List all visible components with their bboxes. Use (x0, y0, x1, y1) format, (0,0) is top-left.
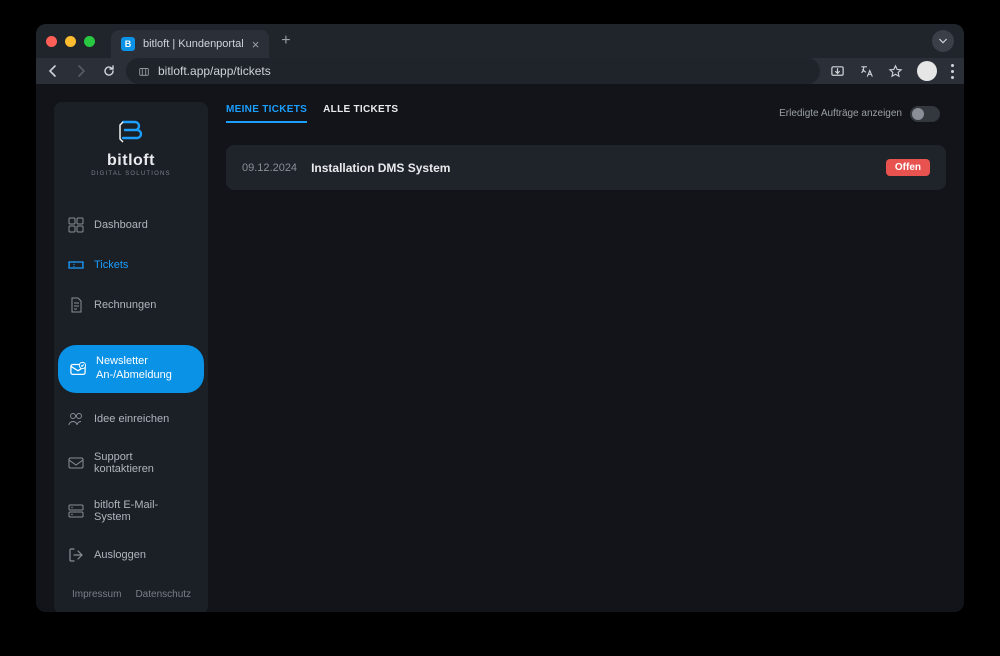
main-content: MEINE TICKETS ALLE TICKETS Erledigte Auf… (226, 102, 946, 612)
site-info-icon[interactable] (138, 65, 150, 77)
url-input[interactable]: bitloft.app/app/tickets (126, 58, 820, 84)
logo-text: bitloft (107, 152, 155, 170)
translate-icon[interactable] (859, 64, 874, 79)
tabs-row: MEINE TICKETS ALLE TICKETS Erledigte Auf… (226, 104, 946, 131)
browser-menu-icon[interactable] (951, 64, 954, 79)
server-icon (68, 503, 84, 519)
sidebar-item-idea[interactable]: Idee einreichen (54, 399, 208, 439)
new-tab-button[interactable]: + (275, 32, 296, 50)
mail-icon (68, 455, 84, 471)
reload-icon[interactable] (102, 64, 116, 78)
browser-tabbar: B bitloft | Kundenportal × + (36, 24, 964, 58)
app-content: bitloft Digital Solutions Dashboard Tick… (36, 84, 964, 612)
ticket-date: 09.12.2024 (242, 162, 297, 174)
bookmark-icon[interactable] (888, 64, 903, 79)
sidebar-item-label: Newsletter An-/Abmeldung (96, 355, 172, 383)
tab-my-tickets[interactable]: MEINE TICKETS (226, 104, 307, 123)
tab-all-tickets[interactable]: ALLE TICKETS (323, 104, 398, 123)
footer-link-impressum[interactable]: Impressum (72, 589, 121, 600)
maximize-window-icon[interactable] (84, 36, 95, 47)
sidebar-item-label: Tickets (94, 259, 128, 271)
sidebar-item-newsletter[interactable]: Newsletter An-/Abmeldung (58, 345, 204, 393)
logo: bitloft Digital Solutions (54, 116, 208, 177)
ticket-icon (68, 257, 84, 273)
sidebar-item-logout[interactable]: Ausloggen (54, 535, 208, 575)
logout-icon (68, 547, 84, 563)
ticket-title: Installation DMS System (311, 161, 450, 175)
close-window-icon[interactable] (46, 36, 57, 47)
chevron-down-icon[interactable] (932, 30, 954, 52)
completed-toggle[interactable] (910, 106, 940, 122)
users-icon (68, 411, 84, 427)
sidebar-item-support[interactable]: Support kontaktieren (54, 439, 208, 487)
ticket-status-badge: Offen (886, 159, 930, 176)
install-icon[interactable] (830, 64, 845, 79)
sidebar-item-tickets[interactable]: Tickets (54, 245, 208, 285)
browser-window: B bitloft | Kundenportal × + bitloft.app… (36, 24, 964, 612)
profile-avatar[interactable] (917, 61, 937, 81)
browser-tab[interactable]: B bitloft | Kundenportal × (111, 30, 269, 58)
window-controls (46, 36, 95, 47)
logo-subtitle: Digital Solutions (91, 171, 170, 177)
toggle-label: Erledigte Aufträge anzeigen (779, 108, 902, 119)
sidebar-item-label: Rechnungen (94, 299, 156, 311)
sidebar-item-label: Idee einreichen (94, 413, 169, 425)
sidebar-nav: Dashboard Tickets Rechnungen Newsletter … (54, 205, 208, 575)
completed-toggle-wrap: Erledigte Aufträge anzeigen (779, 106, 940, 122)
sidebar-item-label: Support kontaktieren (94, 451, 194, 475)
dashboard-icon (68, 217, 84, 233)
sidebar-item-label: Ausloggen (94, 549, 146, 561)
sidebar-footer: Impressum Datenschutz (54, 575, 208, 613)
logo-mark-icon (117, 116, 145, 146)
document-icon (68, 297, 84, 313)
sidebar-item-label: bitloft E-Mail-System (94, 499, 194, 523)
forward-icon[interactable] (74, 64, 88, 78)
favicon-icon: B (121, 37, 135, 51)
mail-check-icon (70, 361, 86, 377)
sidebar-item-invoices[interactable]: Rechnungen (54, 285, 208, 325)
sidebar: bitloft Digital Solutions Dashboard Tick… (54, 102, 208, 612)
sidebar-item-email[interactable]: bitloft E-Mail-System (54, 487, 208, 535)
minimize-window-icon[interactable] (65, 36, 76, 47)
url-text: bitloft.app/app/tickets (158, 64, 271, 78)
close-tab-icon[interactable]: × (252, 37, 260, 52)
tab-title: bitloft | Kundenportal (143, 38, 244, 50)
ticket-card[interactable]: 09.12.2024 Installation DMS System Offen (226, 145, 946, 190)
footer-link-datenschutz[interactable]: Datenschutz (135, 589, 191, 600)
sidebar-item-dashboard[interactable]: Dashboard (54, 205, 208, 245)
sidebar-item-label: Dashboard (94, 219, 148, 231)
back-icon[interactable] (46, 64, 60, 78)
browser-urlbar: bitloft.app/app/tickets (36, 58, 964, 84)
